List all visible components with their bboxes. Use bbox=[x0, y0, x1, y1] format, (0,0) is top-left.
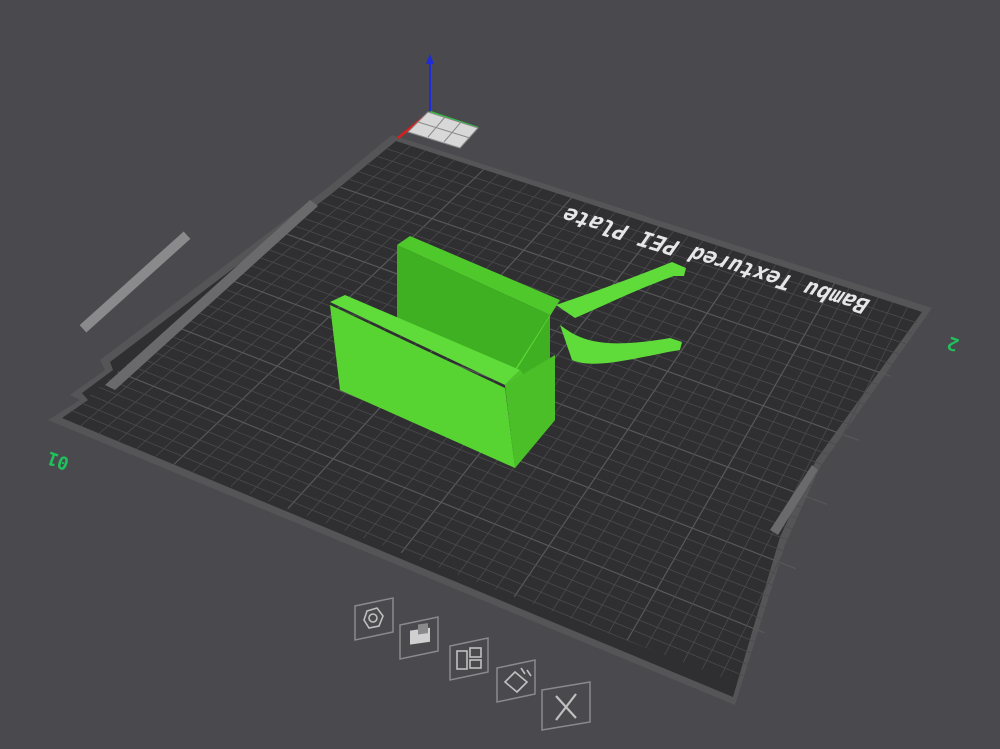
scene[interactable]: Bambu Textured PEI Plate 01 2 bbox=[0, 0, 1000, 745]
close-plate-icon bbox=[555, 693, 577, 721]
orient-button[interactable] bbox=[354, 597, 394, 641]
lock-icon bbox=[410, 623, 430, 645]
edit-plate-icon bbox=[503, 667, 532, 694]
close-plate-button[interactable] bbox=[541, 681, 591, 731]
lock-button[interactable] bbox=[399, 616, 439, 660]
orient-icon bbox=[363, 607, 384, 629]
arrange-icon bbox=[456, 647, 482, 670]
corner-label: 2 bbox=[944, 331, 961, 354]
plate-number: 01 bbox=[44, 447, 72, 474]
arrange-button[interactable] bbox=[449, 637, 489, 681]
3d-viewport[interactable]: Bambu Textured PEI Plate 01 2 bbox=[0, 0, 1000, 745]
edit-plate-button[interactable] bbox=[496, 659, 536, 703]
xyz-axis-icon[interactable] bbox=[397, 54, 479, 149]
